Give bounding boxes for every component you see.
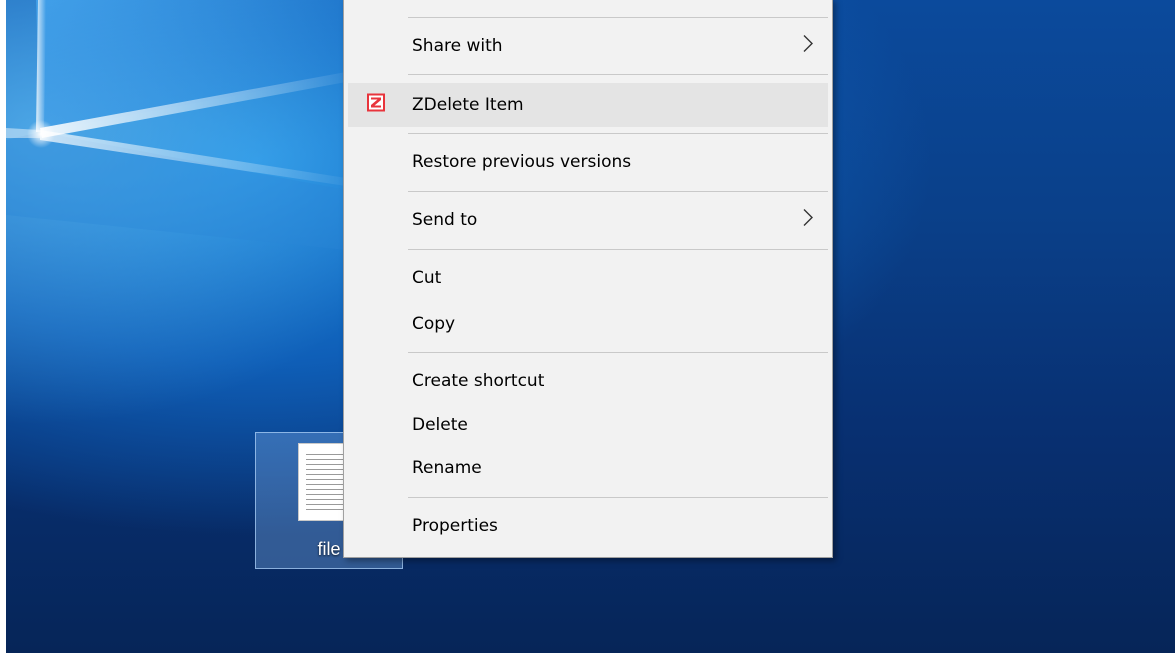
menu-item-label: Share with (412, 36, 503, 56)
menu-item-cut[interactable]: Cut (348, 257, 828, 299)
menu-item-rename[interactable]: Rename (348, 447, 828, 489)
menu-item-properties[interactable]: Properties (348, 505, 828, 547)
menu-item-restore-previous-versions[interactable]: Restore previous versions (348, 141, 828, 183)
context-menu: Share with ZDelete Item Restore previous… (343, 0, 833, 558)
menu-item-label: Restore previous versions (412, 152, 632, 172)
menu-item-label: Delete (412, 415, 468, 435)
screen: file Share with ZDelete Item Restore pre… (6, 0, 1175, 653)
menu-item-label: ZDelete Item (412, 95, 524, 115)
menu-item-label: Copy (412, 314, 456, 334)
menu-item-label: Create shortcut (412, 371, 545, 391)
menu-item-label: Rename (412, 458, 482, 478)
menu-item-delete[interactable]: Delete (348, 404, 828, 446)
menu-separator (408, 133, 828, 134)
menu-item-share-with[interactable]: Share with (348, 25, 828, 67)
menu-separator (408, 74, 828, 75)
menu-item-send-to[interactable]: Send to (348, 199, 828, 241)
menu-separator (408, 191, 828, 192)
menu-item-label: Send to (412, 210, 478, 230)
menu-separator (408, 497, 828, 498)
menu-separator (408, 249, 828, 250)
menu-item-copy[interactable]: Copy (348, 303, 828, 345)
chevron-right-icon (802, 208, 814, 233)
menu-item-label: Properties (412, 516, 498, 536)
menu-item-zdelete[interactable]: ZDelete Item (348, 83, 828, 127)
menu-item-create-shortcut[interactable]: Create shortcut (348, 360, 828, 402)
menu-item-label: Cut (412, 268, 442, 288)
menu-separator (408, 17, 828, 18)
chevron-right-icon (802, 34, 814, 59)
menu-separator (408, 352, 828, 353)
zdelete-icon (366, 93, 386, 118)
